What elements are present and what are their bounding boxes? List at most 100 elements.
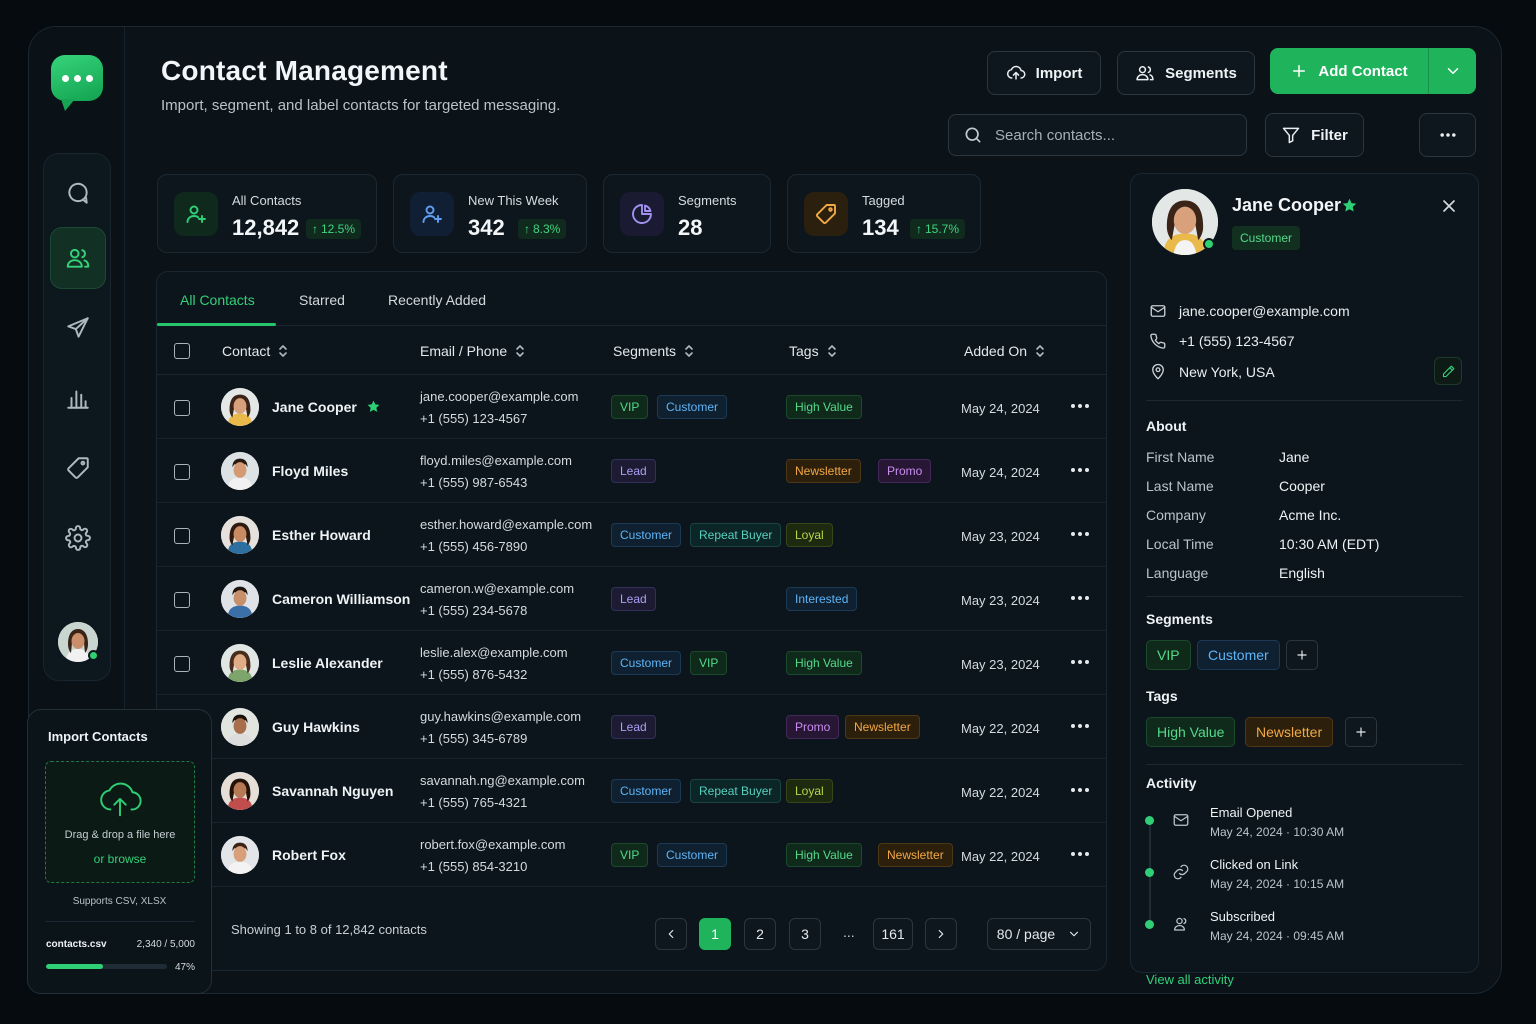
row-checkbox[interactable] (174, 400, 190, 416)
page-button-1[interactable]: 1 (699, 918, 731, 950)
tag-chip[interactable]: High Value (1146, 717, 1236, 747)
browse-link[interactable]: or browse (46, 852, 194, 866)
segment-pill[interactable]: Customer (657, 395, 728, 419)
segment-pill[interactable]: Customer (611, 523, 682, 547)
tag-pill[interactable]: High Value (786, 843, 862, 867)
tag-chip[interactable]: Newsletter (1245, 717, 1334, 747)
user-avatar[interactable] (58, 622, 99, 662)
table-row[interactable]: Cameron Williamson cameron.w@example.com +… (157, 567, 1106, 631)
row-checkbox[interactable] (174, 656, 190, 672)
contact-name[interactable]: Esther Howard (272, 527, 371, 543)
filter-button[interactable]: Filter (1265, 113, 1364, 157)
segment-chip[interactable]: Customer (1197, 640, 1280, 670)
tag-pill[interactable]: Promo (878, 459, 932, 483)
segment-pill[interactable]: VIP (611, 395, 649, 419)
tag-pill[interactable]: Newsletter (845, 715, 920, 739)
segment-pill[interactable]: Customer (611, 779, 682, 803)
table-row[interactable]: Floyd Miles floyd.miles@example.com +1 (55… (157, 439, 1106, 503)
table-row[interactable]: Jane Cooper jane.cooper@example.com +1 (55… (157, 375, 1106, 439)
tag-pill[interactable]: Loyal (786, 523, 833, 547)
prev-page-button[interactable] (655, 918, 687, 950)
add-contact-main[interactable]: Add Contact (1270, 48, 1428, 94)
nav-tags[interactable] (50, 437, 106, 499)
row-more-button[interactable] (1069, 716, 1091, 736)
row-checkbox[interactable] (174, 464, 190, 480)
tag-pill[interactable]: Promo (786, 715, 840, 739)
tab-all-contacts[interactable]: All Contacts (180, 292, 255, 308)
next-page-button[interactable] (925, 918, 957, 950)
tag-pill[interactable]: Newsletter (878, 843, 953, 867)
contact-name[interactable]: Floyd Miles (272, 463, 348, 479)
table-row[interactable]: Robert Fox robert.fox@example.com +1 (555)… (157, 823, 1106, 887)
file-drop-zone[interactable]: Drag & drop a file here or browse (45, 761, 195, 883)
row-more-button[interactable] (1069, 780, 1091, 800)
tag-pill[interactable]: High Value (786, 395, 862, 419)
per-page-select[interactable]: 80 / page (987, 918, 1091, 950)
contact-name[interactable]: Robert Fox (272, 847, 346, 863)
tag-pill[interactable]: Newsletter (786, 459, 861, 483)
add-contact-dropdown[interactable] (1428, 48, 1476, 94)
row-more-button[interactable] (1069, 396, 1091, 416)
tag-pill[interactable]: High Value (786, 651, 862, 675)
nav-send[interactable] (50, 297, 106, 359)
tag-pill[interactable]: Loyal (786, 779, 833, 803)
segment-pill[interactable]: Repeat Buyer (690, 779, 782, 803)
column-contact[interactable]: Contact (222, 343, 288, 359)
row-more-button[interactable] (1069, 524, 1091, 544)
star-icon[interactable] (1341, 197, 1358, 214)
page-button-last[interactable]: 161 (873, 918, 913, 950)
tab-recently-added[interactable]: Recently Added (388, 292, 486, 308)
segment-pill[interactable]: VIP (611, 843, 649, 867)
segment-pill[interactable]: Repeat Buyer (690, 523, 782, 547)
star-icon[interactable] (366, 399, 381, 414)
close-panel-button[interactable] (1439, 196, 1459, 216)
column-segments[interactable]: Segments (613, 343, 694, 359)
tag-pill[interactable]: Interested (786, 587, 858, 611)
segments-button[interactable]: Segments (1117, 51, 1255, 95)
row-more-button[interactable] (1069, 588, 1091, 608)
column-email-phone[interactable]: Email / Phone (420, 343, 525, 359)
segment-pill[interactable]: Lead (611, 459, 656, 483)
edit-contact-button[interactable] (1434, 357, 1462, 385)
segment-pill[interactable]: Lead (611, 587, 656, 611)
page-button-3[interactable]: 3 (789, 918, 821, 950)
row-more-button[interactable] (1069, 652, 1091, 672)
contact-name[interactable]: Jane Cooper (272, 399, 357, 415)
add-tag-button[interactable] (1345, 717, 1377, 747)
search-input[interactable] (995, 126, 1225, 144)
row-checkbox[interactable] (174, 528, 190, 544)
contact-name[interactable]: Savannah Nguyen (272, 783, 393, 799)
nav-settings[interactable] (50, 507, 106, 569)
add-contact-button[interactable]: Add Contact (1270, 48, 1476, 94)
segment-pill[interactable]: Customer (657, 843, 728, 867)
view-all-activity-link[interactable]: View all activity (1146, 972, 1234, 987)
row-checkbox[interactable] (174, 592, 190, 608)
table-row[interactable]: Esther Howard esther.howard@example.com +1… (157, 503, 1106, 567)
row-more-button[interactable] (1069, 460, 1091, 480)
table-row[interactable]: Guy Hawkins guy.hawkins@example.com +1 (55… (157, 695, 1106, 759)
tab-starred[interactable]: Starred (299, 292, 345, 308)
table-row[interactable]: Leslie Alexander leslie.alex@example.com +… (157, 631, 1106, 695)
nav-analytics[interactable] (50, 367, 106, 429)
nav-contacts[interactable] (50, 227, 106, 289)
segment-pill[interactable]: Customer (611, 651, 682, 675)
column-added-on[interactable]: Added On (964, 343, 1045, 359)
contact-name[interactable]: Cameron Williamson (272, 591, 410, 607)
import-button[interactable]: Import (987, 51, 1101, 95)
table-row[interactable]: Savannah Nguyen savannah.ng@example.com +1… (157, 759, 1106, 823)
detail-email[interactable]: jane.cooper@example.com (1149, 302, 1350, 320)
more-options-button[interactable] (1419, 113, 1476, 157)
page-button-2[interactable]: 2 (744, 918, 776, 950)
detail-phone[interactable]: +1 (555) 123-4567 (1149, 332, 1295, 350)
contact-name[interactable]: Guy Hawkins (272, 719, 360, 735)
segment-pill[interactable]: Lead (611, 715, 656, 739)
column-tags[interactable]: Tags (789, 343, 837, 359)
contact-name[interactable]: Leslie Alexander (272, 655, 383, 671)
nav-chat[interactable] (50, 162, 106, 224)
column-label: Tags (789, 343, 819, 359)
segment-chip[interactable]: VIP (1146, 640, 1191, 670)
add-segment-button[interactable] (1286, 640, 1318, 670)
segment-pill[interactable]: VIP (690, 651, 728, 675)
row-more-button[interactable] (1069, 844, 1091, 864)
select-all-checkbox[interactable] (174, 343, 190, 359)
